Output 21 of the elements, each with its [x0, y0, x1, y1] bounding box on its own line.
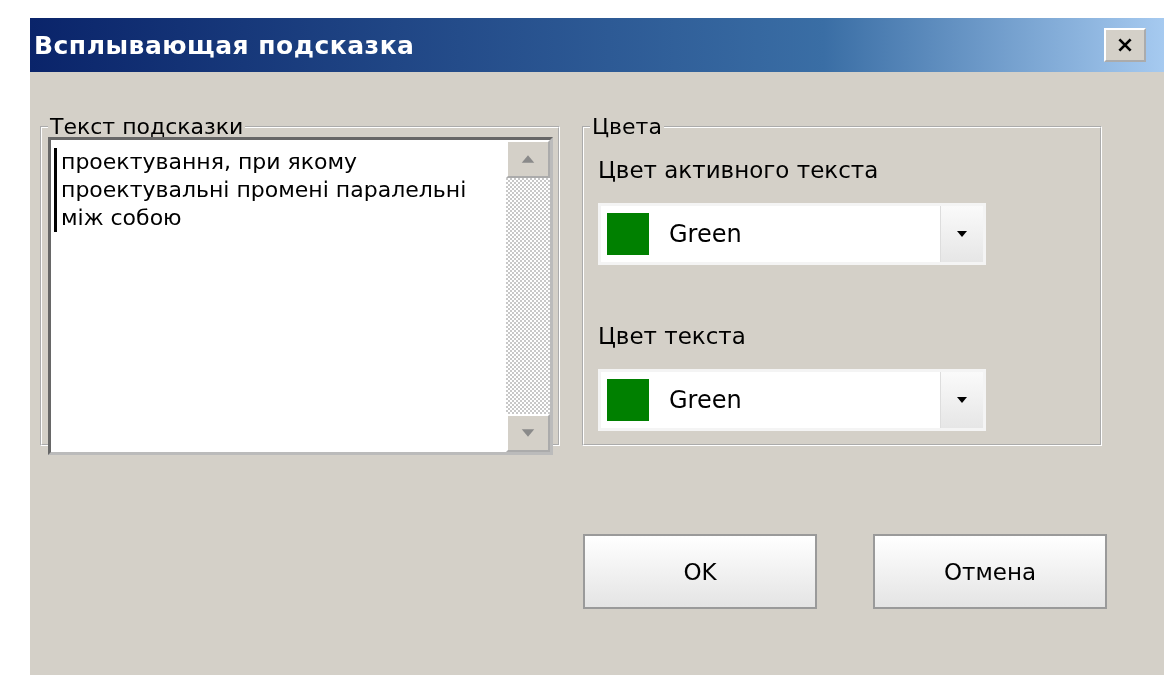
caret-icon — [957, 397, 967, 403]
dialog-button[interactable]: OK — [583, 534, 817, 609]
down-arrow-icon — [520, 428, 536, 438]
hint-text: проектування, при якому проектувальні промені паралельні між собою — [54, 148, 496, 232]
scroll-down-button[interactable] — [506, 414, 550, 452]
group-title: Текст подсказки — [49, 114, 245, 139]
up-arrow-icon — [520, 154, 536, 164]
dialog-button[interactable]: Отмена — [873, 534, 1107, 609]
field-label: Цвет текста — [598, 323, 747, 349]
dropdown-value: Green — [669, 220, 743, 248]
field-label: Цвет активного текста — [598, 157, 880, 183]
caret-icon — [957, 231, 967, 237]
color-dropdown[interactable]: Green — [598, 203, 986, 265]
group-title: Цвета — [591, 114, 663, 139]
hint-text-field[interactable]: проектування, при якому проектувальні промені паралельні між собою — [48, 137, 553, 455]
close-icon — [1116, 37, 1134, 53]
dropdown-value: Green — [669, 386, 743, 414]
close-button[interactable] — [1104, 28, 1146, 62]
color-dropdown[interactable]: Green — [598, 369, 986, 431]
window-title: Всплывающая подсказка — [34, 30, 415, 60]
scroll-up-button[interactable] — [506, 140, 550, 178]
